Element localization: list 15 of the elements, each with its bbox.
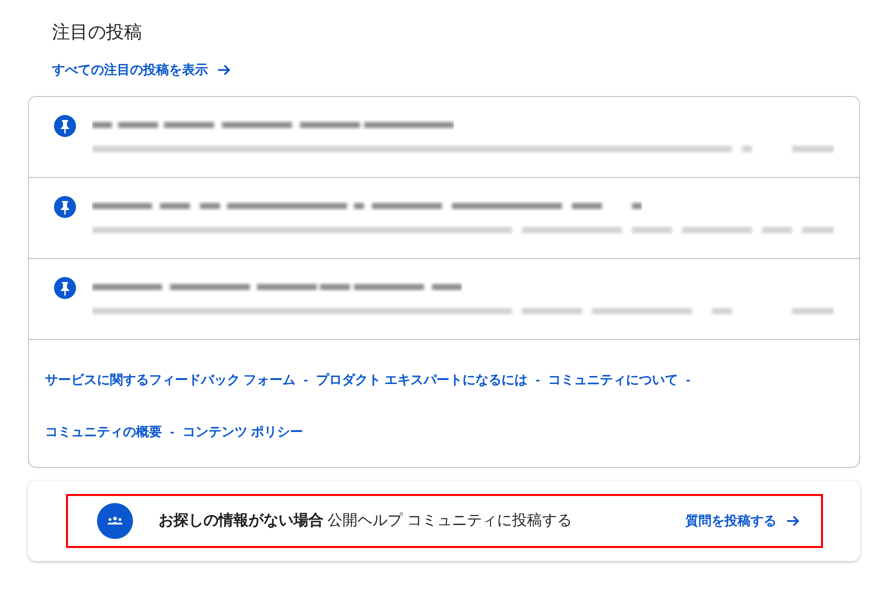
footer-link[interactable]: サービスに関するフィードバック フォーム — [45, 370, 296, 390]
separator: - — [170, 422, 174, 440]
footer-link[interactable]: コンテンツ ポリシー — [182, 422, 303, 441]
arrow-right-icon — [784, 513, 800, 529]
footer-link[interactable]: プロダクト エキスパートになるには — [316, 370, 528, 390]
separator: - — [536, 371, 540, 389]
separator: - — [686, 371, 690, 389]
section-title: 注目の投稿 — [52, 21, 143, 44]
banner-text: お探しの情報がない場合 公開ヘルプ コミュニティに投稿する — [158, 510, 572, 531]
footer-link[interactable]: コミュニティについて — [548, 370, 678, 390]
view-all-link[interactable]: すべての注目の投稿を表示 — [52, 60, 232, 80]
people-icon — [96, 503, 132, 539]
post-question-link[interactable]: 質問を投稿する — [686, 511, 800, 531]
separator: - — [304, 371, 308, 389]
footer-link[interactable]: コミュニティの概要 — [45, 422, 162, 441]
